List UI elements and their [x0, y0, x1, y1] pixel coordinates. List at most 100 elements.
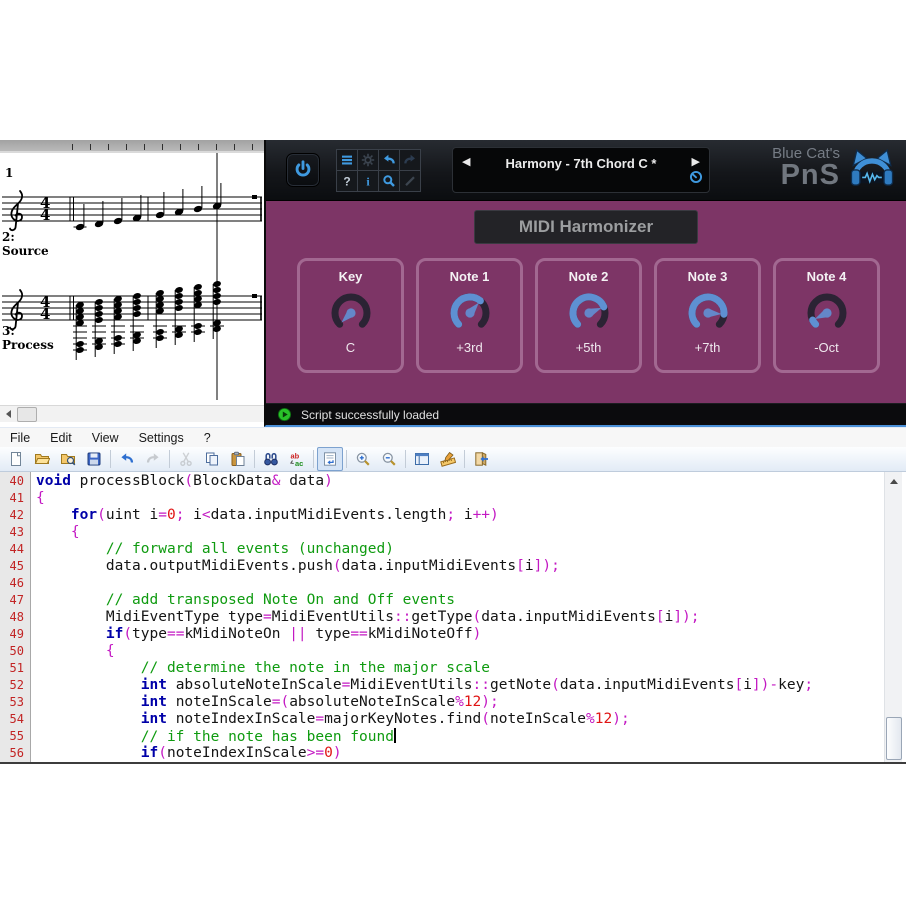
toolbar-separator	[254, 450, 255, 468]
info-button[interactable]: i	[358, 171, 378, 191]
svg-text:4: 4	[40, 305, 50, 323]
code-line: 42 for(uint i=0; i<data.inputMidiEvents.…	[0, 507, 884, 524]
copy-button[interactable]	[199, 447, 225, 471]
search-folder-button[interactable]	[55, 447, 81, 471]
knob-panel-note-1: Note 1 +3rd	[416, 258, 523, 373]
design-icon	[440, 451, 456, 467]
power-button[interactable]	[286, 153, 320, 187]
script-title-banner: MIDI Harmonizer	[474, 210, 698, 244]
notation-horizontal-scrollbar[interactable]	[0, 405, 264, 422]
line-number: 49	[0, 626, 36, 643]
menu-item-file[interactable]: File	[0, 431, 40, 445]
word-wrap-button[interactable]	[317, 447, 343, 471]
toolbar-separator	[405, 450, 406, 468]
undo-icon	[381, 152, 397, 168]
find-button[interactable]	[258, 447, 284, 471]
knob-label: Note 1	[450, 269, 490, 284]
status-text: Script successfully loaded	[301, 408, 439, 422]
undo-button[interactable]	[379, 150, 399, 170]
timeline-ruler[interactable]	[0, 140, 264, 153]
knob-panel-note-4: Note 4-Oct	[773, 258, 880, 373]
line-number: 43	[0, 524, 36, 541]
svg-text:Source: Source	[2, 244, 49, 258]
line-number: 53	[0, 694, 36, 711]
knob-panel-note-2: Note 2+5th	[535, 258, 642, 373]
help-button[interactable]: ?	[337, 171, 357, 191]
line-number: 47	[0, 592, 36, 609]
code-line: 50 {	[0, 643, 884, 660]
word-wrap-icon	[322, 451, 338, 467]
zoom-out-button[interactable]	[376, 447, 402, 471]
knob-value: +7th	[695, 340, 721, 355]
knob-value: +3rd	[456, 340, 482, 355]
zoom-in-button[interactable]	[350, 447, 376, 471]
redo-arrow-button[interactable]	[140, 447, 166, 471]
pencil-icon	[402, 173, 418, 189]
scroll-up-arrow-icon[interactable]	[885, 475, 902, 487]
vertical-scroll-thumb[interactable]	[886, 717, 902, 760]
horizontal-scroll-thumb[interactable]	[17, 407, 37, 422]
open-folder-icon	[34, 451, 50, 467]
undo-arrow-button[interactable]	[114, 447, 140, 471]
line-number: 45	[0, 558, 36, 575]
menu-item-settings[interactable]: Settings	[129, 431, 194, 445]
ruler-tick	[108, 144, 109, 150]
line-number: 41	[0, 490, 36, 507]
new-file-button[interactable]	[3, 447, 29, 471]
pencil-button[interactable]	[400, 171, 420, 191]
copy-icon	[204, 451, 220, 467]
preset-knob-icon[interactable]	[689, 170, 703, 189]
gear-button[interactable]	[358, 150, 378, 170]
plugin-status-bar: Script successfully loaded	[266, 403, 906, 425]
code-line: 51 // determine the note in the major sc…	[0, 660, 884, 677]
preset-next-button[interactable]: ▶	[692, 157, 700, 168]
ruler-tick	[144, 144, 145, 150]
magnifier-button[interactable]	[379, 171, 399, 191]
knob-control[interactable]	[327, 289, 375, 337]
exit-icon	[473, 451, 489, 467]
code-line: 41{	[0, 490, 884, 507]
paste-button[interactable]	[225, 447, 251, 471]
ruler-tick	[72, 144, 73, 150]
knob-control[interactable]	[565, 289, 613, 337]
cut-button[interactable]	[173, 447, 199, 471]
exit-button[interactable]	[468, 447, 494, 471]
code-line: 44 // forward all events (unchanged)	[0, 541, 884, 558]
redo-icon	[402, 152, 418, 168]
code-line: 55 // if the note has been found	[0, 728, 884, 745]
ruler-tick	[162, 144, 163, 150]
replace-button[interactable]: abac	[284, 447, 310, 471]
preset-prev-button[interactable]: ◀	[462, 157, 470, 168]
open-folder-button[interactable]	[29, 447, 55, 471]
redo-arrow-icon	[145, 451, 161, 467]
line-number: 55	[0, 728, 36, 745]
editor-vertical-scrollbar[interactable]	[884, 472, 902, 762]
menu-item-edit[interactable]: Edit	[40, 431, 82, 445]
menu-item-help[interactable]: ?	[194, 431, 221, 445]
code-line: 52 int absoluteNoteInScale=MidiEventUtil…	[0, 677, 884, 694]
scroll-left-arrow-icon[interactable]	[0, 406, 16, 422]
knob-control[interactable]	[446, 289, 494, 337]
menu-button[interactable]	[337, 150, 357, 170]
line-number: 52	[0, 677, 36, 694]
menu-item-view[interactable]: View	[82, 431, 129, 445]
design-button[interactable]	[435, 447, 461, 471]
knob-label: Note 3	[688, 269, 728, 284]
code-editor[interactable]: 40void processBlock(BlockData& data)41{4…	[0, 472, 906, 764]
toolbar-separator	[169, 450, 170, 468]
knob-row: KeyCNote 1+3rdNote 2+5thNote 3+7thNote 4…	[297, 258, 880, 373]
magnifier-icon	[381, 173, 397, 189]
knob-control[interactable]	[684, 289, 732, 337]
redo-button[interactable]	[400, 150, 420, 170]
knob-control[interactable]	[803, 289, 851, 337]
preset-selector[interactable]: ◀ Harmony - 7th Chord C * ▶	[452, 147, 710, 193]
knob-label: Key	[339, 269, 363, 284]
screen: 444412:Source3:Process ?i ◀ Harmony - 7t…	[0, 0, 906, 906]
code-line: 45 data.outputMidiEvents.push(data.input…	[0, 558, 884, 575]
save-button[interactable]	[81, 447, 107, 471]
script-running-icon[interactable]	[277, 407, 292, 422]
zoom-in-icon	[355, 451, 371, 467]
line-number: 40	[0, 473, 36, 490]
panel-button[interactable]	[409, 447, 435, 471]
svg-text:Process: Process	[2, 338, 54, 352]
